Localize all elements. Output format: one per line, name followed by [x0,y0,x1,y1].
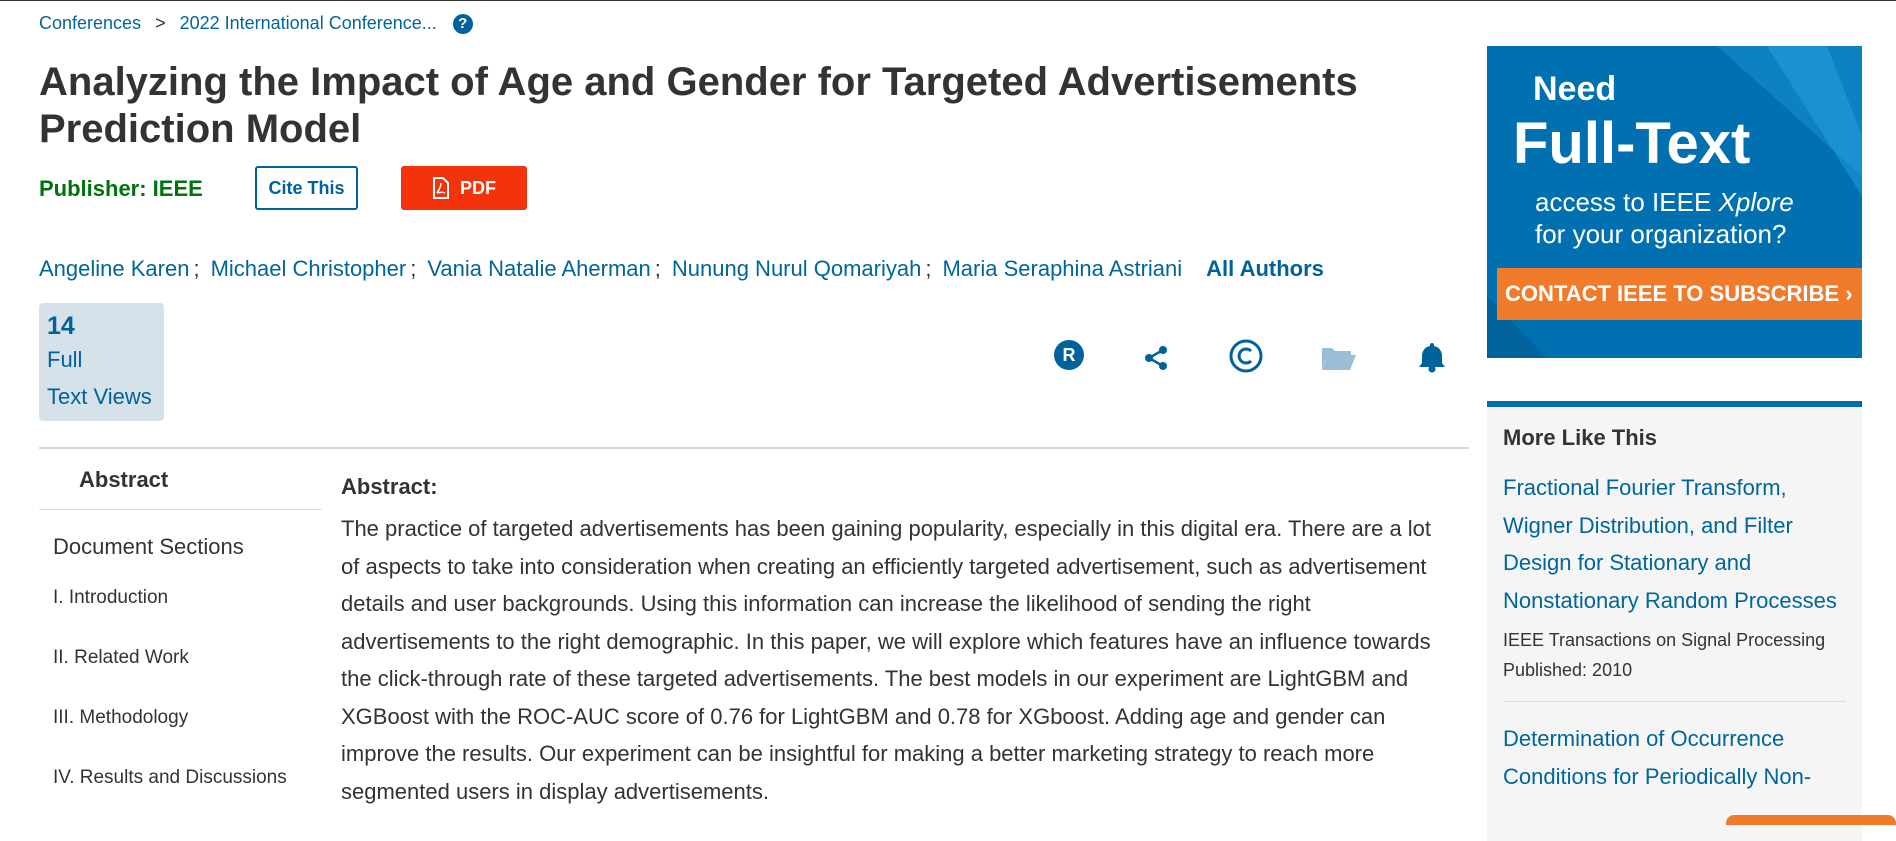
breadcrumb-conferences[interactable]: Conferences [39,13,141,34]
author-separator: ; [193,256,200,281]
cite-this-button[interactable]: Cite This [255,166,358,210]
alert-bell-icon[interactable] [1417,341,1447,378]
ad-subtext-line1: access to IEEE [1535,187,1719,217]
abstract-text: The practice of targeted advertisements … [341,516,1432,804]
share-icon[interactable] [1143,345,1169,376]
ad-subtext-xplore: Xplore [1718,187,1794,217]
breadcrumb: Conferences > 2022 International Confere… [39,13,473,34]
related-article-link[interactable]: Fractional Fourier Transform, Wigner Dis… [1503,469,1846,619]
pdf-button[interactable]: PDF [401,166,527,210]
copyright-icon[interactable] [1229,339,1263,378]
sidebar-item-introduction[interactable]: I. Introduction [39,568,322,628]
help-icon[interactable]: ? [452,13,473,34]
related-article-journal: IEEE Transactions on Signal Processing [1503,630,1826,650]
author-separator: ; [925,256,932,281]
sidebar-item-methodology[interactable]: III. Methodology [39,688,322,748]
related-article-link[interactable]: Determination of Occurrence Conditions f… [1503,720,1846,795]
breadcrumb-separator: > [155,13,166,33]
related-divider [1503,701,1846,702]
author-link[interactable]: Michael Christopher [211,256,407,282]
author-link[interactable]: Angeline Karen [39,256,189,282]
subscribe-ad-banner[interactable]: Need Full-Text access to IEEE Xplore for… [1487,46,1862,358]
author-link[interactable]: Maria Seraphina Astriani [942,256,1182,282]
abstract-section: Abstract: The practice of targeted adver… [341,474,1441,810]
more-like-this-panel: More Like This Fractional Fourier Transf… [1487,401,1862,841]
author-list: Angeline Karen; Michael Christopher; Van… [39,256,1324,282]
publisher-label: Publisher: IEEE [39,176,203,201]
full-text-views-badge[interactable]: 14 Full Text Views [39,303,164,421]
svg-text:R: R [1063,345,1076,365]
author-separator: ; [654,256,661,281]
ad-full-text-heading: Full-Text [1513,111,1751,176]
author-link[interactable]: Vania Natalie Aherman [427,256,650,282]
pdf-button-label: PDF [460,177,496,198]
breadcrumb-conference[interactable]: 2022 International Conference... [180,13,437,34]
sidebar-item-related-work[interactable]: II. Related Work [39,628,322,688]
more-like-this-heading: More Like This [1503,425,1658,450]
views-count: 14 [47,312,75,340]
folder-icon[interactable] [1321,345,1357,376]
author-link[interactable]: Nunung Nurul Qomariyah [672,256,921,282]
section-divider [39,447,1469,449]
ad-need-text: Need [1533,70,1617,108]
sidebar-item-results[interactable]: IV. Results and Discussions [39,748,322,808]
related-article-published: Published: 2010 [1503,660,1633,680]
ad-subtext-line2: for your organization? [1535,219,1787,249]
views-label-line2: Text Views [47,384,152,409]
views-label-line1: Full [47,347,83,372]
page-title: Analyzing the Impact of Age and Gender f… [39,60,1358,151]
rights-icon[interactable]: R [1053,339,1085,376]
document-sidebar: Abstract Document Sections I. Introducti… [39,467,322,808]
abstract-label: Abstract: [341,474,438,499]
all-authors-link[interactable]: All Authors [1206,256,1324,282]
document-sections-heading: Document Sections [53,534,244,559]
author-separator: ; [410,256,417,281]
ad-subtext: access to IEEE Xplore for your organizat… [1535,186,1855,250]
sidebar-item-abstract[interactable]: Abstract [39,467,322,510]
contact-ieee-subscribe-button[interactable]: CONTACT IEEE TO SUBSCRIBE › [1497,268,1862,320]
feedback-tab[interactable] [1726,815,1896,825]
pdf-file-icon [433,177,449,199]
